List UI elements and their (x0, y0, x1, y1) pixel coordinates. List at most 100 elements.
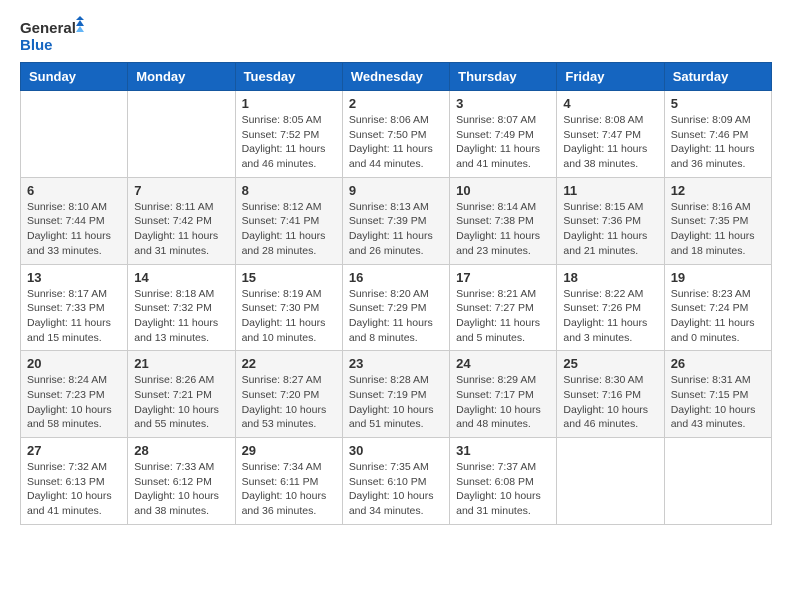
col-header-sunday: Sunday (21, 63, 128, 91)
calendar-cell (557, 438, 664, 525)
day-info: Sunrise: 8:08 AM Sunset: 7:47 PM Dayligh… (563, 113, 657, 172)
calendar-cell: 12 Sunrise: 8:16 AM Sunset: 7:35 PM Dayli… (664, 177, 771, 264)
calendar-cell: 6Sunrise: 8:10 AM Sunset: 7:44 PM Daylig… (21, 177, 128, 264)
day-number: 26 (671, 356, 765, 371)
calendar-week-row: 1Sunrise: 8:05 AM Sunset: 7:52 PM Daylig… (21, 91, 772, 178)
calendar-cell: 28Sunrise: 7:33 AM Sunset: 6:12 PM Dayli… (128, 438, 235, 525)
calendar-week-row: 6Sunrise: 8:10 AM Sunset: 7:44 PM Daylig… (21, 177, 772, 264)
day-info: Sunrise: 8:23 AM Sunset: 7:24 PM Dayligh… (671, 287, 765, 346)
day-number: 21 (134, 356, 228, 371)
calendar-cell: 7 Sunrise: 8:11 AM Sunset: 7:42 PM Daylig… (128, 177, 235, 264)
day-info: Sunrise: 7:32 AM Sunset: 6:13 PM Dayligh… (27, 460, 121, 519)
calendar-cell: 30 Sunrise: 7:35 AM Sunset: 6:10 PM Dayli… (342, 438, 449, 525)
calendar-cell: 27 Sunrise: 7:32 AM Sunset: 6:13 PM Dayli… (21, 438, 128, 525)
day-number: 9 (349, 183, 443, 198)
calendar-cell: 5 Sunrise: 8:09 AM Sunset: 7:46 PM Daylig… (664, 91, 771, 178)
calendar-cell (21, 91, 128, 178)
calendar-cell: 10 Sunrise: 8:14 AM Sunset: 7:38 PM Dayli… (450, 177, 557, 264)
day-info: Sunrise: 8:13 AM Sunset: 7:39 PM Dayligh… (349, 200, 443, 259)
day-number: 15 (242, 270, 336, 285)
day-info: Sunrise: 8:06 AM Sunset: 7:50 PM Dayligh… (349, 113, 443, 172)
calendar-cell: 13 Sunrise: 8:17 AM Sunset: 7:33 PM Dayli… (21, 264, 128, 351)
calendar-cell: 23 Sunrise: 8:28 AM Sunset: 7:19 PM Dayli… (342, 351, 449, 438)
day-number: 1 (242, 96, 336, 111)
calendar-cell: 4 Sunrise: 8:08 AM Sunset: 7:47 PM Daylig… (557, 91, 664, 178)
page-header: GeneralBlue (20, 16, 772, 54)
day-number: 4 (563, 96, 657, 111)
col-header-thursday: Thursday (450, 63, 557, 91)
calendar-cell: 24Sunrise: 8:29 AM Sunset: 7:17 PM Dayli… (450, 351, 557, 438)
day-number: 2 (349, 96, 443, 111)
day-info: Sunrise: 8:17 AM Sunset: 7:33 PM Dayligh… (27, 287, 121, 346)
logo: GeneralBlue (20, 16, 90, 54)
day-info: Sunrise: 8:31 AM Sunset: 7:15 PM Dayligh… (671, 373, 765, 432)
day-number: 12 (671, 183, 765, 198)
day-number: 13 (27, 270, 121, 285)
day-info: Sunrise: 8:16 AM Sunset: 7:35 PM Dayligh… (671, 200, 765, 259)
day-number: 28 (134, 443, 228, 458)
calendar-cell: 8 Sunrise: 8:12 AM Sunset: 7:41 PM Daylig… (235, 177, 342, 264)
calendar-cell: 21 Sunrise: 8:26 AM Sunset: 7:21 PM Dayli… (128, 351, 235, 438)
svg-text:Blue: Blue (20, 37, 53, 54)
day-info: Sunrise: 8:26 AM Sunset: 7:21 PM Dayligh… (134, 373, 228, 432)
day-number: 22 (242, 356, 336, 371)
day-info: Sunrise: 8:12 AM Sunset: 7:41 PM Dayligh… (242, 200, 336, 259)
day-number: 30 (349, 443, 443, 458)
day-number: 31 (456, 443, 550, 458)
calendar-cell: 9 Sunrise: 8:13 AM Sunset: 7:39 PM Daylig… (342, 177, 449, 264)
calendar-week-row: 13 Sunrise: 8:17 AM Sunset: 7:33 PM Dayli… (21, 264, 772, 351)
day-number: 25 (563, 356, 657, 371)
col-header-tuesday: Tuesday (235, 63, 342, 91)
calendar-header-row: SundayMondayTuesdayWednesdayThursdayFrid… (21, 63, 772, 91)
calendar-cell (664, 438, 771, 525)
day-info: Sunrise: 7:35 AM Sunset: 6:10 PM Dayligh… (349, 460, 443, 519)
day-number: 29 (242, 443, 336, 458)
calendar-cell: 15 Sunrise: 8:19 AM Sunset: 7:30 PM Dayli… (235, 264, 342, 351)
calendar-cell: 2 Sunrise: 8:06 AM Sunset: 7:50 PM Daylig… (342, 91, 449, 178)
calendar-cell: 22 Sunrise: 8:27 AM Sunset: 7:20 PM Dayli… (235, 351, 342, 438)
day-info: Sunrise: 8:09 AM Sunset: 7:46 PM Dayligh… (671, 113, 765, 172)
calendar-week-row: 20Sunrise: 8:24 AM Sunset: 7:23 PM Dayli… (21, 351, 772, 438)
day-number: 3 (456, 96, 550, 111)
day-number: 27 (27, 443, 121, 458)
day-info: Sunrise: 8:18 AM Sunset: 7:32 PM Dayligh… (134, 287, 228, 346)
day-info: Sunrise: 8:21 AM Sunset: 7:27 PM Dayligh… (456, 287, 550, 346)
calendar-cell: 18 Sunrise: 8:22 AM Sunset: 7:26 PM Dayli… (557, 264, 664, 351)
calendar-cell: 29 Sunrise: 7:34 AM Sunset: 6:11 PM Dayli… (235, 438, 342, 525)
day-info: Sunrise: 8:07 AM Sunset: 7:49 PM Dayligh… (456, 113, 550, 172)
day-info: Sunrise: 8:20 AM Sunset: 7:29 PM Dayligh… (349, 287, 443, 346)
day-info: Sunrise: 8:27 AM Sunset: 7:20 PM Dayligh… (242, 373, 336, 432)
day-info: Sunrise: 8:22 AM Sunset: 7:26 PM Dayligh… (563, 287, 657, 346)
day-info: Sunrise: 7:37 AM Sunset: 6:08 PM Dayligh… (456, 460, 550, 519)
calendar-cell: 20Sunrise: 8:24 AM Sunset: 7:23 PM Dayli… (21, 351, 128, 438)
calendar-week-row: 27 Sunrise: 7:32 AM Sunset: 6:13 PM Dayli… (21, 438, 772, 525)
col-header-monday: Monday (128, 63, 235, 91)
day-info: Sunrise: 8:14 AM Sunset: 7:38 PM Dayligh… (456, 200, 550, 259)
day-number: 23 (349, 356, 443, 371)
day-number: 5 (671, 96, 765, 111)
calendar-cell: 14 Sunrise: 8:18 AM Sunset: 7:32 PM Dayli… (128, 264, 235, 351)
day-number: 18 (563, 270, 657, 285)
calendar-cell: 16 Sunrise: 8:20 AM Sunset: 7:29 PM Dayli… (342, 264, 449, 351)
day-number: 10 (456, 183, 550, 198)
calendar-cell: 26 Sunrise: 8:31 AM Sunset: 7:15 PM Dayli… (664, 351, 771, 438)
calendar-cell: 3 Sunrise: 8:07 AM Sunset: 7:49 PM Daylig… (450, 91, 557, 178)
logo-icon: GeneralBlue (20, 16, 90, 54)
day-info: Sunrise: 7:34 AM Sunset: 6:11 PM Dayligh… (242, 460, 336, 519)
day-number: 14 (134, 270, 228, 285)
day-info: Sunrise: 8:10 AM Sunset: 7:44 PM Dayligh… (27, 200, 121, 259)
day-info: Sunrise: 8:30 AM Sunset: 7:16 PM Dayligh… (563, 373, 657, 432)
day-info: Sunrise: 8:19 AM Sunset: 7:30 PM Dayligh… (242, 287, 336, 346)
calendar-cell: 19Sunrise: 8:23 AM Sunset: 7:24 PM Dayli… (664, 264, 771, 351)
svg-text:General: General (20, 20, 76, 37)
calendar-cell: 11Sunrise: 8:15 AM Sunset: 7:36 PM Dayli… (557, 177, 664, 264)
calendar-cell: 1Sunrise: 8:05 AM Sunset: 7:52 PM Daylig… (235, 91, 342, 178)
col-header-saturday: Saturday (664, 63, 771, 91)
day-number: 8 (242, 183, 336, 198)
day-info: Sunrise: 8:11 AM Sunset: 7:42 PM Dayligh… (134, 200, 228, 259)
calendar-table: SundayMondayTuesdayWednesdayThursdayFrid… (20, 62, 772, 525)
day-info: Sunrise: 8:28 AM Sunset: 7:19 PM Dayligh… (349, 373, 443, 432)
day-number: 16 (349, 270, 443, 285)
day-number: 17 (456, 270, 550, 285)
day-number: 7 (134, 183, 228, 198)
